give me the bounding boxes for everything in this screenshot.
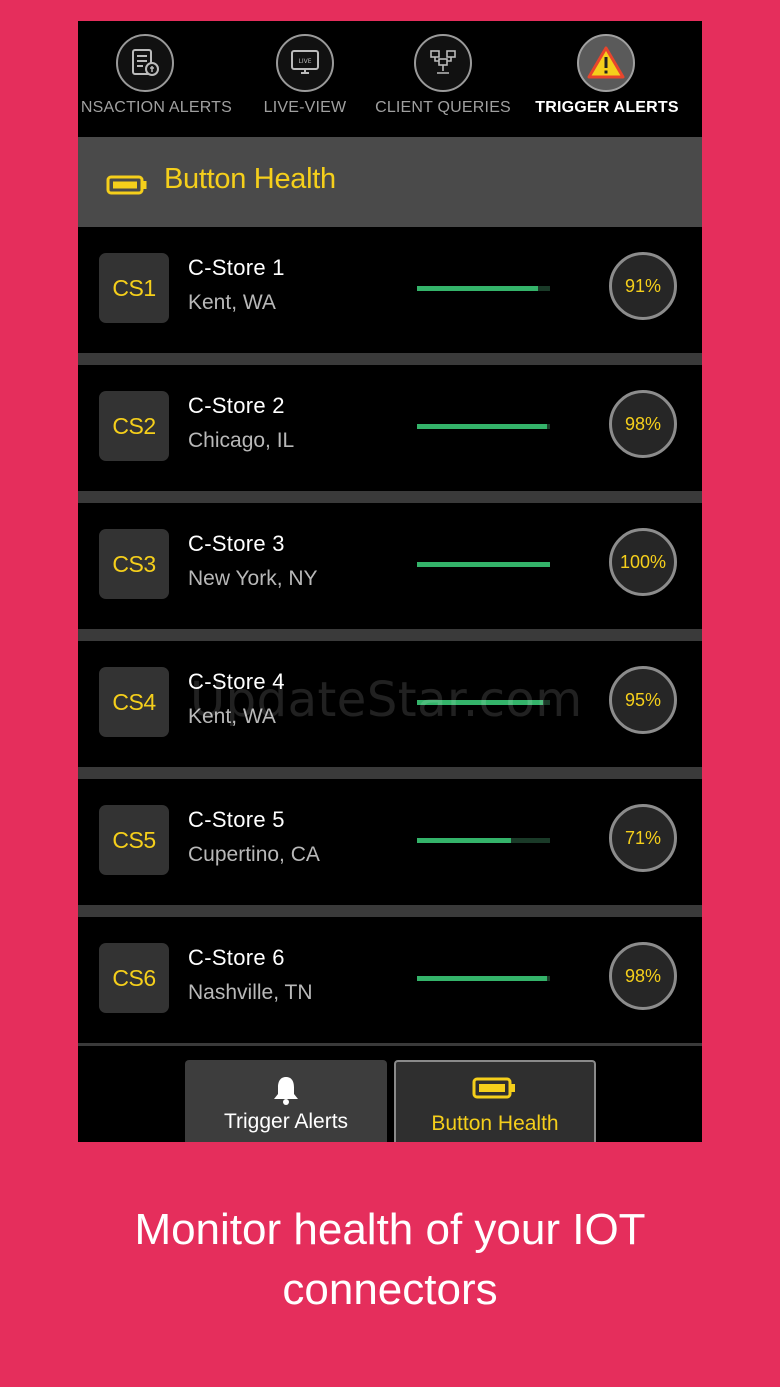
tab-label: NSACTION ALERTS xyxy=(80,99,232,116)
store-code-badge: CS3 xyxy=(99,529,169,599)
health-bar xyxy=(417,424,550,429)
tab-label: LIVE-VIEW xyxy=(263,99,347,116)
health-percent: 98% xyxy=(609,390,677,458)
caption-line-2: connectors xyxy=(282,1265,498,1314)
list-item[interactable]: CS2 C-Store 2 Chicago, IL 98% xyxy=(78,365,702,491)
promo-caption: Monitor health of your IOT connectors xyxy=(0,1200,780,1320)
store-location: Cupertino, CA xyxy=(188,843,320,866)
health-bar-fill xyxy=(417,976,548,981)
store-name: C-Store 5 xyxy=(188,807,285,832)
store-code-badge: CS1 xyxy=(99,253,169,323)
svg-text:LIVE: LIVE xyxy=(298,58,311,65)
list-item[interactable]: CS4 C-Store 4 Kent, WA 95% xyxy=(78,641,702,767)
list-item[interactable]: CS5 C-Store 5 Cupertino, CA 71% xyxy=(78,779,702,905)
list-item[interactable]: CS6 C-Store 6 Nashville, TN 98% xyxy=(78,917,702,1043)
store-name: C-Store 2 xyxy=(188,393,285,418)
list-item[interactable]: CS1 C-Store 1 Kent, WA 91% xyxy=(78,227,702,353)
section-header: Button Health xyxy=(78,137,702,227)
health-bar-fill xyxy=(417,562,550,567)
warning-icon xyxy=(577,34,635,92)
bottom-tab-trigger-alerts[interactable]: Trigger Alerts xyxy=(185,1060,387,1142)
tab-trigger-alerts[interactable]: TRIGGER ALERTS xyxy=(534,21,680,137)
page-title: Button Health xyxy=(164,163,336,195)
health-bar xyxy=(417,838,550,843)
health-bar xyxy=(417,700,550,705)
store-location: Kent, WA xyxy=(188,291,276,314)
store-name: C-Store 3 xyxy=(188,531,285,556)
store-code-badge: CS2 xyxy=(99,391,169,461)
divider xyxy=(78,767,702,779)
bell-icon xyxy=(185,1074,387,1106)
app-screen: NSACTION ALERTS LIVE LIVE-VIEW CLIENT QU… xyxy=(78,21,702,1142)
tab-label: CLIENT QUERIES xyxy=(375,99,511,116)
tab-transaction-alerts[interactable]: NSACTION ALERTS xyxy=(78,21,238,137)
battery-icon xyxy=(106,175,148,199)
divider xyxy=(78,353,702,365)
health-bar xyxy=(417,286,550,291)
tab-label: TRIGGER ALERTS xyxy=(535,99,679,116)
divider xyxy=(78,491,702,503)
bottom-tab-label: Trigger Alerts xyxy=(223,1110,349,1133)
health-bar xyxy=(417,976,550,981)
health-percent: 100% xyxy=(609,528,677,596)
top-tab-bar: NSACTION ALERTS LIVE LIVE-VIEW CLIENT QU… xyxy=(78,21,702,137)
store-name: C-Store 1 xyxy=(188,255,285,280)
health-percent: 95% xyxy=(609,666,677,734)
list-item[interactable]: CS3 C-Store 3 New York, NY 100% xyxy=(78,503,702,629)
store-name: C-Store 6 xyxy=(188,945,285,970)
bottom-tab-button-health[interactable]: Button Health xyxy=(394,1060,596,1142)
tab-live-view[interactable]: LIVE LIVE-VIEW xyxy=(252,21,358,137)
caption-line-1: Monitor health of your IOT xyxy=(134,1205,646,1254)
bottom-tab-bar: Trigger Alerts Button Health xyxy=(78,1046,702,1142)
health-percent: 98% xyxy=(609,942,677,1010)
store-location: Kent, WA xyxy=(188,705,276,728)
tab-client-queries[interactable]: CLIENT QUERIES xyxy=(372,21,514,137)
health-bar-fill xyxy=(417,424,548,429)
health-bar-fill xyxy=(417,286,539,291)
health-percent: 71% xyxy=(609,804,677,872)
health-bar-fill xyxy=(417,838,512,843)
store-location: New York, NY xyxy=(188,567,318,590)
divider xyxy=(78,629,702,641)
health-bar-fill xyxy=(417,700,544,705)
client-queries-icon xyxy=(414,34,472,92)
health-percent: 91% xyxy=(609,252,677,320)
bottom-tab-label: Button Health xyxy=(431,1112,559,1135)
store-code-badge: CS4 xyxy=(99,667,169,737)
store-location: Nashville, TN xyxy=(188,981,313,1004)
divider xyxy=(78,905,702,917)
store-code-badge: CS6 xyxy=(99,943,169,1013)
live-view-icon: LIVE xyxy=(276,34,334,92)
store-name: C-Store 4 xyxy=(188,669,285,694)
store-code-badge: CS5 xyxy=(99,805,169,875)
health-bar xyxy=(417,562,550,567)
battery-icon xyxy=(396,1076,594,1100)
store-location: Chicago, IL xyxy=(188,429,295,452)
transaction-alerts-icon xyxy=(116,34,174,92)
